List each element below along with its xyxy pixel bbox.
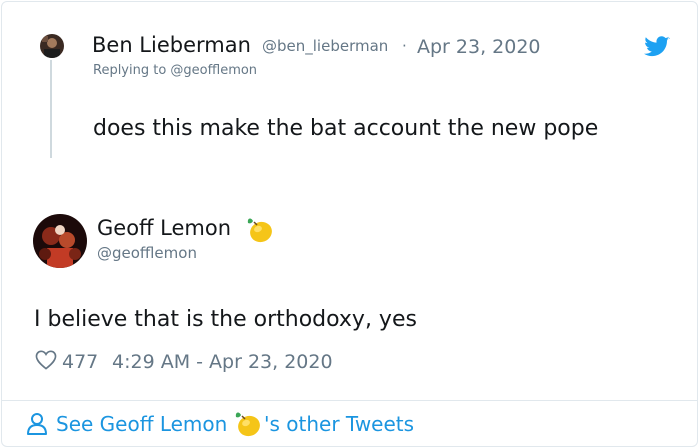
tweet-embed-card: Ben Lieberman @ben_lieberman · Apr 23, 2… bbox=[1, 1, 698, 447]
tweet-timestamp[interactable]: 4:29 AM - Apr 23, 2020 bbox=[112, 351, 333, 373]
reply-author-handle[interactable]: @ben_lieberman bbox=[262, 37, 388, 55]
like-count[interactable]: 477 bbox=[62, 351, 98, 373]
footer-divider bbox=[2, 400, 697, 401]
see-other-tweets-link[interactable]: See Geoff Lemon bbox=[56, 412, 227, 436]
main-author-name[interactable]: Geoff Lemon bbox=[97, 216, 231, 240]
ben-lieberman-avatar[interactable] bbox=[40, 34, 64, 58]
lemon-icon bbox=[233, 409, 263, 439]
lemon-icon bbox=[245, 215, 275, 245]
person-icon[interactable] bbox=[26, 412, 48, 436]
meta-separator: · bbox=[402, 37, 407, 55]
thread-connector-line bbox=[50, 60, 52, 158]
replying-to[interactable]: Replying to @geofflemon bbox=[93, 63, 257, 78]
see-other-tweets-link-suffix[interactable]: 's other Tweets bbox=[264, 412, 414, 436]
reply-tweet-text: does this make the bat account the new p… bbox=[93, 116, 599, 141]
main-author-handle[interactable]: @geofflemon bbox=[97, 244, 197, 262]
reply-author-name[interactable]: Ben Lieberman bbox=[92, 33, 251, 57]
geoff-lemon-avatar[interactable] bbox=[33, 214, 87, 268]
heart-icon[interactable] bbox=[35, 350, 57, 370]
reply-date[interactable]: Apr 23, 2020 bbox=[417, 36, 541, 58]
twitter-bird-icon[interactable] bbox=[644, 36, 670, 58]
main-tweet-text: I believe that is the orthodoxy, yes bbox=[34, 307, 417, 332]
